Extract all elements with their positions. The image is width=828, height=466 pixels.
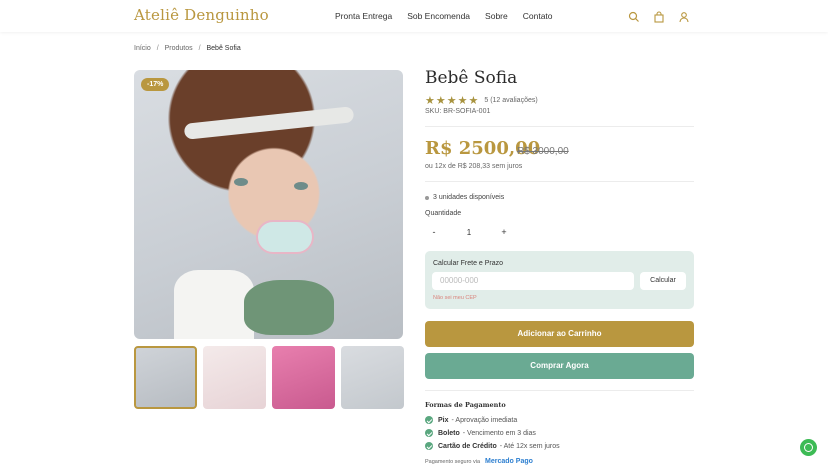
stock-text: 3 unidades disponíveis <box>433 194 505 201</box>
quantity-input[interactable]: 1 <box>451 224 487 241</box>
site-logo[interactable]: Ateliê Denguinho <box>134 6 269 24</box>
payment-method-detail: - Aprovação imediata <box>451 416 518 424</box>
breadcrumb-produtos[interactable]: Produtos <box>165 45 193 52</box>
payment-method-pix: Pix - Aprovação imediata <box>425 416 517 424</box>
payment-title: Formas de Pagamento <box>425 401 506 409</box>
thumbnail-strip <box>134 346 404 409</box>
mercado-pago-logo: Mercado Pago <box>485 458 533 465</box>
old-price: R$ 3000,00 <box>517 146 569 157</box>
site-header: Ateliê Denguinho Pronta Entrega Sob Enco… <box>0 0 828 32</box>
buy-now-button[interactable]: Comprar Agora <box>425 353 694 379</box>
payment-method-boleto: Boleto - Vencimento em 3 dias <box>425 429 536 437</box>
breadcrumb-inicio[interactable]: Início <box>134 45 151 52</box>
search-icon[interactable] <box>628 10 640 22</box>
stock-dot-icon <box>425 195 429 200</box>
star-icon: ★ <box>468 95 479 107</box>
quantity-label: Quantidade <box>425 210 462 217</box>
breadcrumb-separator: / <box>198 45 201 52</box>
star-icon: ★ <box>446 95 457 107</box>
payment-method-detail: - Até 12x sem juros <box>499 442 560 450</box>
add-to-cart-button[interactable]: Adicionar ao Carrinho <box>425 321 694 347</box>
installments: ou 12x de R$ 208,33 sem juros <box>425 163 523 170</box>
thumbnail-3[interactable] <box>272 346 335 409</box>
breadcrumb-separator: / <box>156 45 159 52</box>
star-icon: ★ <box>457 95 468 107</box>
payment-method-detail: - Vencimento em 3 dias <box>462 429 536 437</box>
nav-contato[interactable]: Contato <box>523 11 553 21</box>
main-nav: Pronta Entrega Sob Encomenda Sobre Conta… <box>335 11 568 21</box>
unknown-cep-link[interactable]: Não sei meu CEP <box>433 295 477 301</box>
product-main-image[interactable] <box>134 70 403 339</box>
cep-input[interactable]: 00000-000 <box>432 272 634 290</box>
star-icon: ★ <box>425 95 435 107</box>
breadcrumb-current: Bebê Sofia <box>206 45 241 52</box>
breadcrumb: Início / Produtos / Bebê Sofia <box>134 45 241 52</box>
secure-text: Pagamento seguro via <box>425 458 481 465</box>
image-eye <box>234 178 248 186</box>
nav-sobre[interactable]: Sobre <box>485 11 508 21</box>
payment-method-name: Cartão de Crédito <box>438 442 497 450</box>
quantity-decrease-button[interactable]: - <box>425 224 443 241</box>
star-icon: ★ <box>435 95 446 107</box>
image-eye <box>294 182 308 190</box>
image-bow <box>244 280 334 335</box>
check-icon <box>425 416 433 424</box>
product-title: Bebê Sofia <box>425 68 518 88</box>
shipping-title: Calcular Frete e Prazo <box>433 260 504 267</box>
header-icons <box>628 10 690 23</box>
secure-payment: Pagamento seguro via Mercado Pago <box>425 458 533 465</box>
rating: ★ ★ ★ ★ ★ 5 (12 avaliações) <box>425 94 538 107</box>
quantity-increase-button[interactable]: + <box>495 224 513 241</box>
image-pacifier <box>256 220 314 254</box>
payment-method-name: Boleto <box>438 429 460 437</box>
nav-sob-encomenda[interactable]: Sob Encomenda <box>407 11 470 21</box>
stock-status: 3 unidades disponíveis <box>425 194 504 201</box>
thumbnail-4[interactable] <box>341 346 404 409</box>
shipping-calculator: Calcular Frete e Prazo 00000-000 Calcula… <box>425 251 694 309</box>
whatsapp-icon[interactable] <box>800 439 817 456</box>
shopping-bag-icon[interactable] <box>653 10 665 23</box>
discount-badge: -17% <box>141 78 170 91</box>
thumbnail-1[interactable] <box>134 346 197 409</box>
nav-pronta-entrega[interactable]: Pronta Entrega <box>335 11 392 21</box>
quantity-stepper: - 1 + <box>425 224 513 241</box>
thumbnail-2[interactable] <box>203 346 266 409</box>
user-icon[interactable] <box>678 10 690 23</box>
image-shirt <box>174 270 254 339</box>
product-info: Bebê Sofia ★ ★ ★ ★ ★ 5 (12 avaliações) S… <box>425 68 694 465</box>
payment-method-name: Pix <box>438 416 449 424</box>
divider <box>425 390 694 391</box>
calculate-button[interactable]: Calcular <box>640 272 686 290</box>
divider <box>425 126 694 127</box>
image-headband <box>183 106 355 140</box>
rating-text[interactable]: 5 (12 avaliações) <box>484 97 537 104</box>
check-icon <box>425 429 433 437</box>
payment-method-credit-card: Cartão de Crédito - Até 12x sem juros <box>425 442 560 450</box>
sku: SKU: BR-SOFIA-001 <box>425 108 491 115</box>
divider <box>425 181 694 182</box>
check-icon <box>425 442 433 450</box>
